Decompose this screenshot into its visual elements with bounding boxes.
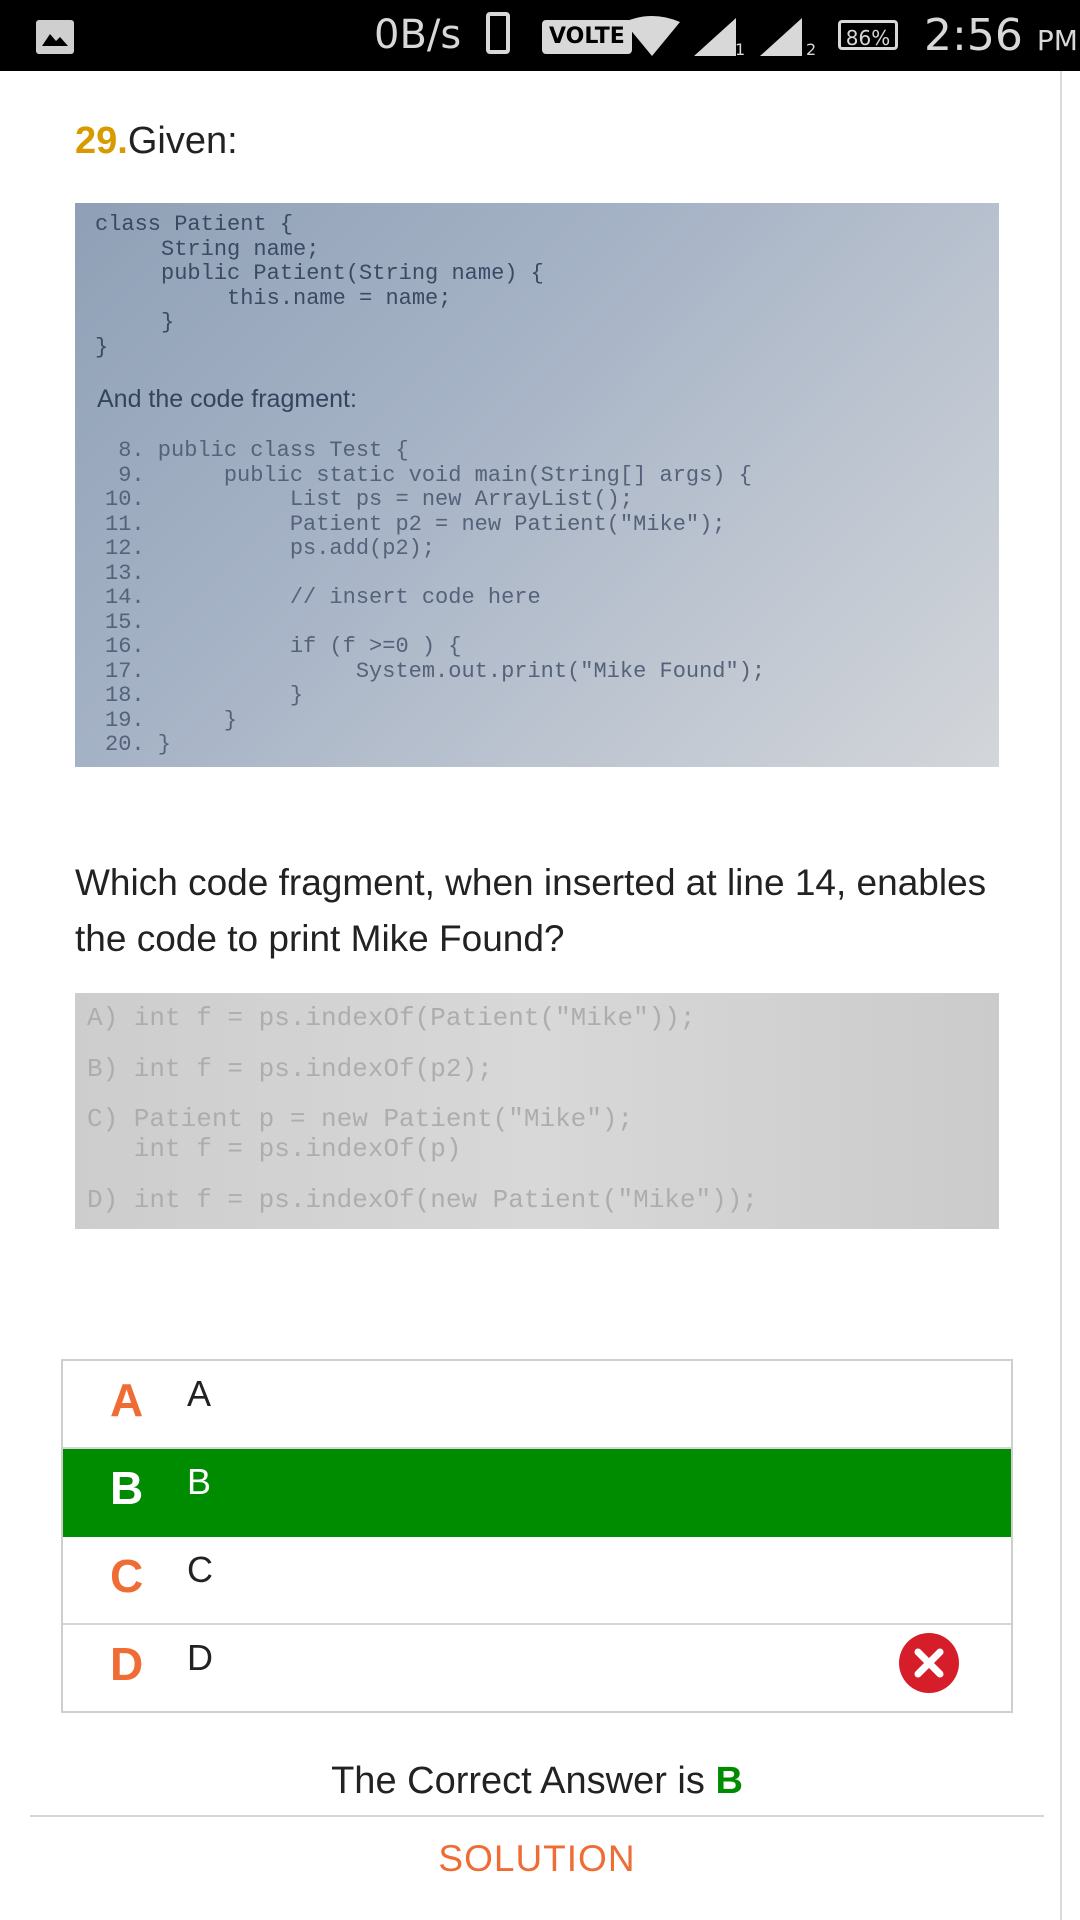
choice-text: A	[187, 1373, 212, 1414]
solution-button[interactable]: SOLUTION	[0, 1838, 1074, 1880]
question-text: Which code fragment, when inserted at li…	[75, 862, 987, 959]
question-number: 29.	[75, 120, 128, 162]
scroll-edge	[1060, 71, 1062, 1920]
status-bar: 0B/s VOLTE 1 2 86% 2:56 PM	[0, 0, 1080, 71]
fragment-label: And the code fragment:	[97, 385, 357, 413]
choice-text: B	[187, 1461, 212, 1502]
fragment-code: 8. public class Test { 9. public static …	[105, 438, 766, 757]
answer-choices: A A B B C C D D	[61, 1359, 1013, 1713]
choice-b[interactable]: B B	[63, 1449, 1011, 1537]
choice-c[interactable]: C C	[63, 1537, 1011, 1625]
wifi-icon	[624, 16, 680, 56]
correct-answer-value: B	[715, 1760, 743, 1802]
question-given: Given:	[127, 120, 238, 162]
choice-letter: D	[110, 1638, 144, 1690]
choice-a[interactable]: A A	[63, 1361, 1011, 1449]
option-b-code: B) int f = ps.indexOf(p2);	[87, 1054, 493, 1084]
choice-letter: B	[110, 1462, 144, 1514]
choice-letter: C	[110, 1550, 144, 1602]
option-c-code: C) Patient p = new Patient("Mike"); int …	[87, 1104, 634, 1164]
signal-icon	[760, 18, 802, 56]
volte-badge: VOLTE	[542, 20, 632, 54]
clock: 2:56 PM	[924, 10, 1078, 61]
wrong-answer-icon	[899, 1633, 959, 1693]
correct-answer-prefix: The Correct Answer is	[331, 1760, 705, 1802]
option-a-code: A) int f = ps.indexOf(Patient("Mike"));	[87, 1003, 696, 1033]
divider	[30, 1815, 1044, 1817]
class-code: class Patient { String name; public Pati…	[95, 212, 544, 360]
choice-text: D	[187, 1637, 213, 1678]
gallery-icon	[36, 20, 74, 54]
sim2-label: 2	[806, 40, 817, 59]
options-image: A) int f = ps.indexOf(Patient("Mike")); …	[75, 993, 999, 1229]
battery-icon: 86%	[838, 20, 898, 50]
phone-icon	[486, 12, 510, 54]
correct-answer-line: The Correct Answer is B	[0, 1760, 1074, 1803]
choice-letter: A	[110, 1374, 144, 1426]
code-image: class Patient { String name; public Pati…	[75, 203, 999, 767]
network-speed: 0B/s	[374, 12, 462, 58]
option-d-code: D) int f = ps.indexOf(new Patient("Mike"…	[87, 1185, 758, 1215]
question-header: 29.Given:	[75, 120, 238, 163]
choice-text: C	[187, 1549, 213, 1590]
sim1-label: 1	[735, 40, 746, 59]
choice-d[interactable]: D D	[63, 1625, 1011, 1713]
